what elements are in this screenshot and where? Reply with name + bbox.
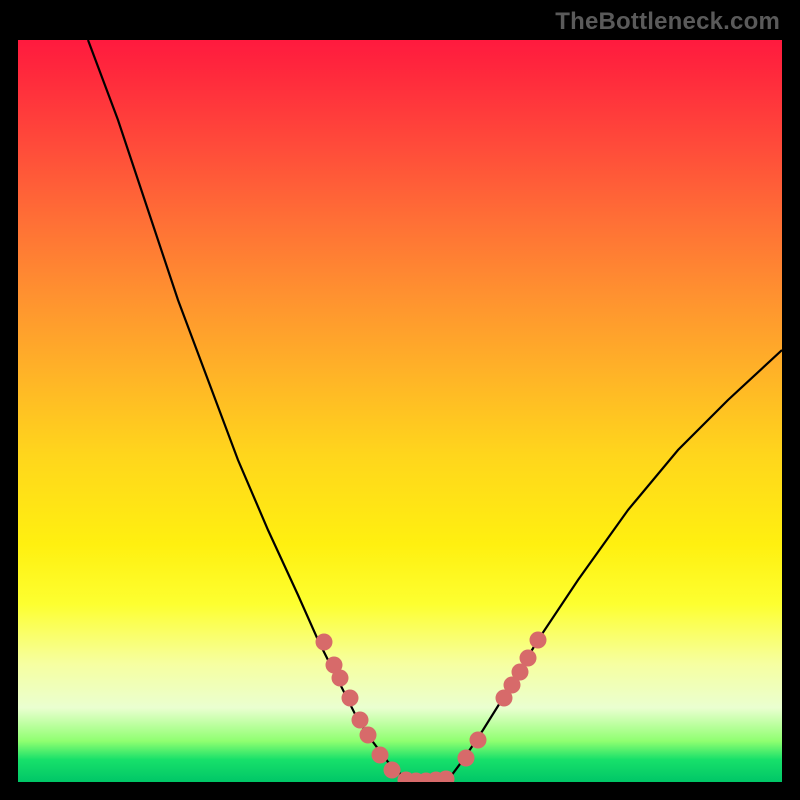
data-point: [520, 650, 537, 667]
data-point: [372, 747, 389, 764]
data-point: [360, 727, 377, 744]
data-point: [438, 771, 455, 783]
data-point: [316, 634, 333, 651]
bottleneck-curve: [88, 40, 782, 780]
data-point: [458, 750, 475, 767]
data-point: [530, 632, 547, 649]
data-point: [352, 712, 369, 729]
watermark-text: TheBottleneck.com: [555, 8, 780, 36]
plot-area: [18, 40, 782, 782]
data-point: [342, 690, 359, 707]
curve-svg: [18, 40, 782, 782]
chart-frame: TheBottleneck.com: [0, 0, 800, 800]
data-point: [470, 732, 487, 749]
data-point: [384, 762, 401, 779]
data-point: [332, 670, 349, 687]
